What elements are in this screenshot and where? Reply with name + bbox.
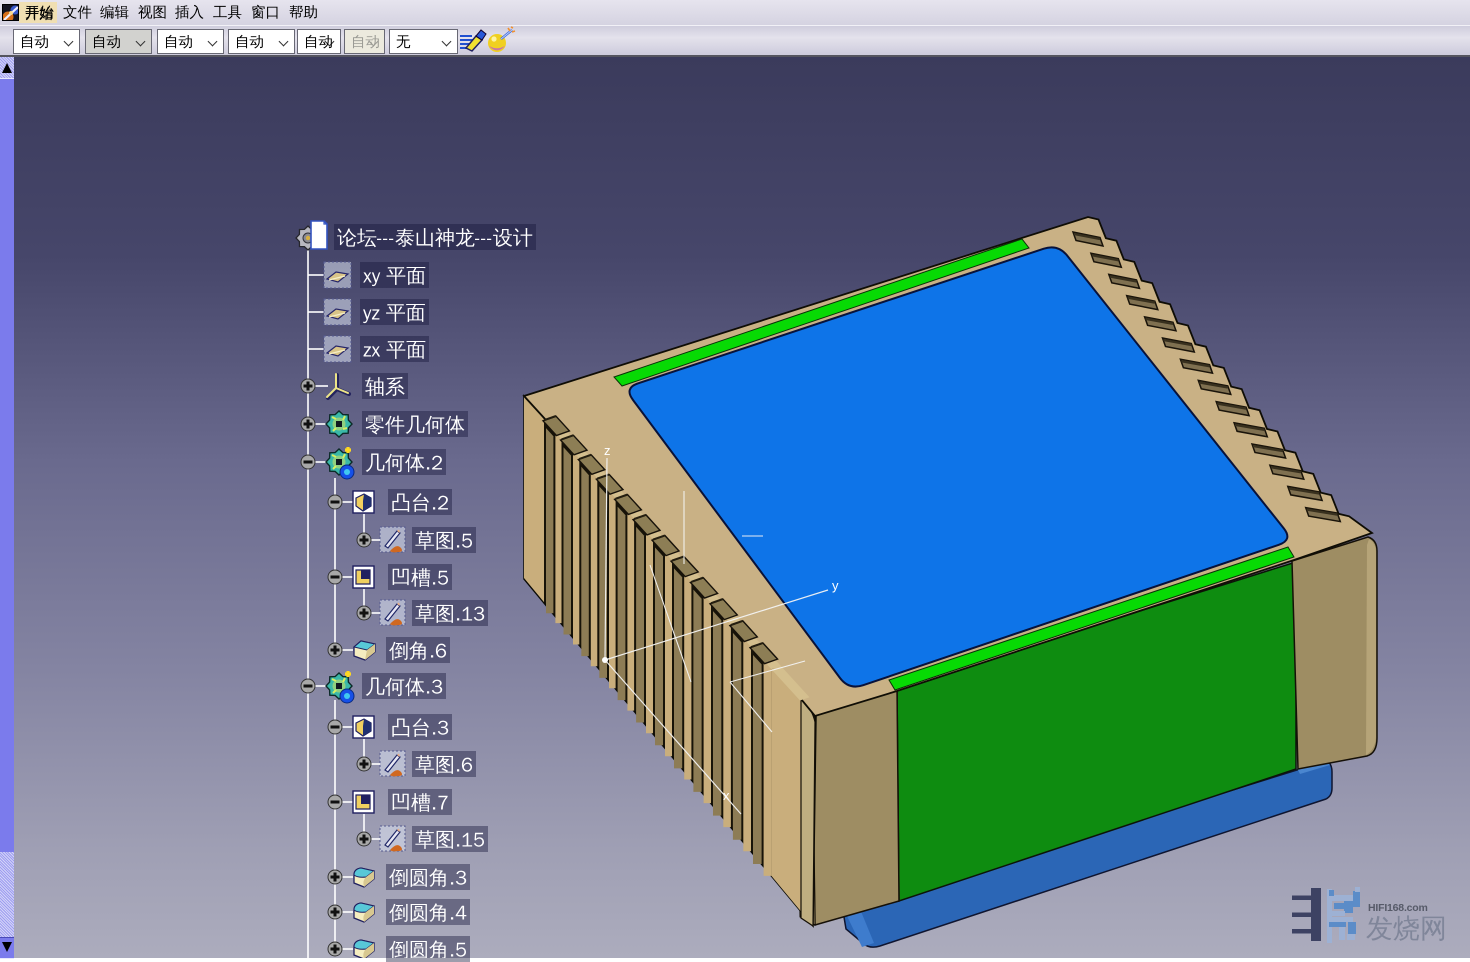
svg-text:y: y [832,578,839,593]
svg-text:x: x [723,788,730,803]
svg-text:z: z [604,443,611,458]
